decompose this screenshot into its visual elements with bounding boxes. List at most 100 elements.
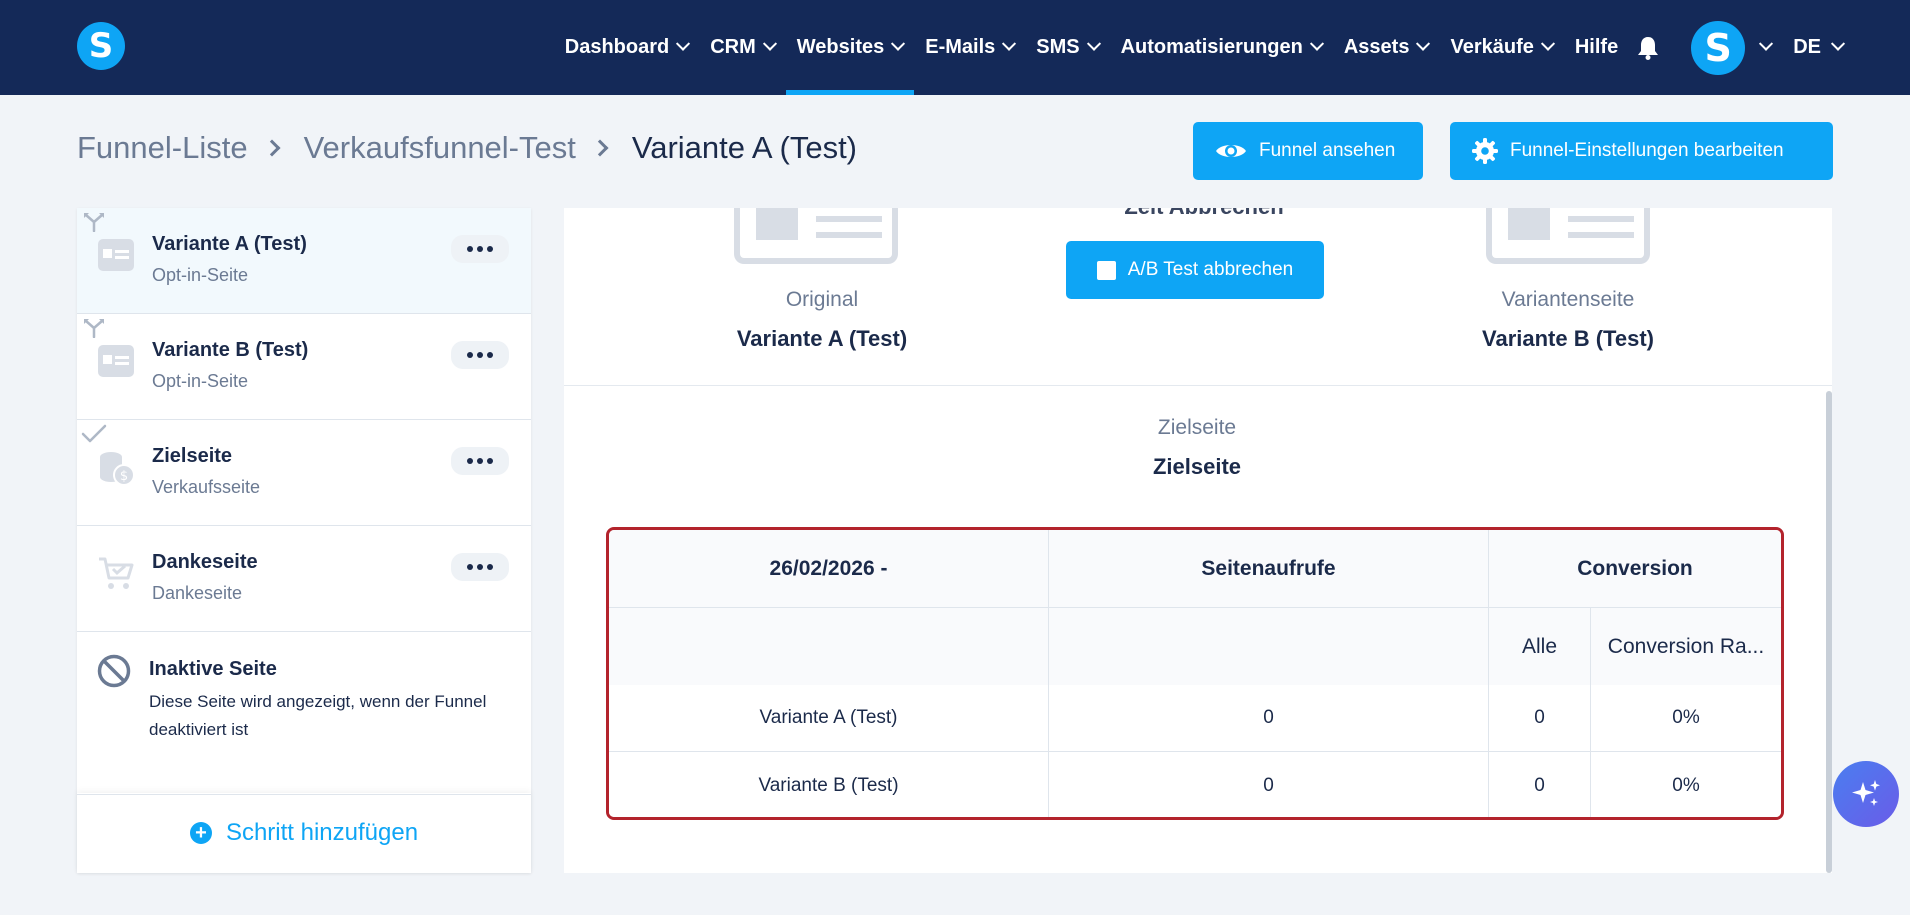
variant-page-preview[interactable] xyxy=(1486,208,1650,264)
avatar[interactable]: S xyxy=(1691,20,1746,75)
chevron-down-icon xyxy=(1830,36,1846,51)
chevron-right-icon xyxy=(591,139,609,157)
original-label: Original xyxy=(785,288,859,311)
chevron-down-icon xyxy=(891,36,906,51)
step-item-variant-b[interactable]: Variante B (Test) Opt-in-Seite xyxy=(77,314,531,420)
nav-item-sms[interactable]: SMS xyxy=(1025,0,1109,95)
scrollbar[interactable] xyxy=(1826,391,1832,873)
step-item-thank-you[interactable]: Dankeseite Dankeseite xyxy=(77,526,531,632)
eye-icon xyxy=(1216,145,1246,157)
all-conversions-cell: 0 xyxy=(1489,685,1591,751)
step-more-options-button[interactable] xyxy=(451,341,509,369)
split-icon xyxy=(84,319,104,338)
page-views-cell: 0 xyxy=(1049,752,1489,817)
ab-test-stats-table: 26/02/2026 - Seitenaufrufe Conversion Al… xyxy=(606,527,1784,820)
chevron-down-icon xyxy=(1002,36,1017,51)
conversion-rate-header: Conversion Ra... xyxy=(1607,634,1765,658)
breadcrumb-funnel[interactable]: Verkaufsfunnel-Test xyxy=(304,130,576,166)
chevron-down-icon xyxy=(1086,36,1101,51)
inactive-page-title: Inaktive Seite xyxy=(149,658,277,680)
add-step-label: Schritt hinzufügen xyxy=(225,819,419,846)
chevron-down-icon xyxy=(762,36,777,51)
conversion-rate-cell: 0% xyxy=(1672,774,1700,796)
nav-item-emails[interactable]: E-Mails xyxy=(914,0,1025,95)
coins-icon: $ xyxy=(100,452,135,486)
step-more-options-button[interactable] xyxy=(451,447,509,475)
ab-test-panel: Zeit Abbrechen Original Variante A (Test… xyxy=(564,208,1832,873)
breadcrumb-funnel-list[interactable]: Funnel-Liste xyxy=(77,130,248,166)
add-step-button[interactable]: + Schritt hinzufügen xyxy=(77,793,531,873)
conversion-header: Conversion xyxy=(1577,556,1693,580)
step-title: Zielseite xyxy=(152,445,233,467)
table-subheader-row: Alle Conversion Ra... xyxy=(609,608,1781,685)
view-funnel-button[interactable]: Funnel ansehen xyxy=(1193,122,1423,180)
empty-cell xyxy=(1049,608,1489,685)
table-header-row: 26/02/2026 - Seitenaufrufe Conversion xyxy=(609,530,1781,608)
nav-label: Hilfe xyxy=(1574,36,1619,58)
chevron-down-icon[interactable] xyxy=(1759,36,1774,51)
step-item-target-page[interactable]: $ Zielseite Verkaufsseite xyxy=(77,420,531,526)
app-logo[interactable]: S xyxy=(77,22,125,70)
plus-circle-icon: + xyxy=(189,822,212,844)
step-item-variant-a[interactable]: Variante A (Test) Opt-in-Seite xyxy=(77,208,531,314)
step-subtitle: Opt-in-Seite xyxy=(152,371,249,391)
language-selector[interactable]: DE xyxy=(1793,36,1846,59)
step-title: Variante A (Test) xyxy=(152,233,307,255)
nav-label: SMS xyxy=(1036,36,1080,58)
bell-icon[interactable] xyxy=(1637,36,1659,60)
nav-item-crm[interactable]: CRM xyxy=(699,0,786,95)
nav-label: Verkäufe xyxy=(1450,36,1534,58)
chevron-right-icon xyxy=(263,139,281,157)
original-page-preview[interactable] xyxy=(734,208,898,264)
abort-ab-test-button[interactable]: A/B Test abbrechen xyxy=(1066,241,1324,299)
chevron-down-icon xyxy=(1309,36,1324,51)
variant-name-cell: Variante B (Test) xyxy=(609,752,1049,817)
inactive-page-description: Diese Seite wird angezeigt, wenn der Fun… xyxy=(149,692,487,739)
empty-cell xyxy=(609,608,1049,685)
variant-label: Variantenseite xyxy=(1501,288,1635,311)
variant-name-cell: Variante A (Test) xyxy=(609,685,1049,751)
ban-icon xyxy=(97,654,131,688)
date-range-header[interactable]: 26/02/2026 - xyxy=(609,530,1049,607)
abort-ab-test-label: A/B Test abbrechen xyxy=(1127,259,1294,280)
split-icon xyxy=(84,213,104,232)
divider xyxy=(564,385,1832,386)
page-views-cell: 0 xyxy=(1049,685,1489,751)
main-nav: Dashboard CRM Websites E-Mails SMS Autom… xyxy=(554,0,1846,95)
all-conversions-header: Alle xyxy=(1489,608,1591,685)
ai-assistant-button[interactable] xyxy=(1833,761,1899,827)
nav-label: CRM xyxy=(710,36,756,58)
step-more-options-button[interactable] xyxy=(451,235,509,263)
step-more-options-button[interactable] xyxy=(451,553,509,581)
top-navbar: S Dashboard CRM Websites E-Mails SMS Aut… xyxy=(0,0,1910,95)
table-row: Variante B (Test) 0 0 0% xyxy=(609,752,1781,817)
variant-page-name: Variante B (Test) xyxy=(1482,326,1654,351)
nav-item-assets[interactable]: Assets xyxy=(1333,0,1440,95)
gear-icon xyxy=(1472,138,1498,164)
all-conversions-cell: 0 xyxy=(1489,752,1591,817)
step-title: Variante B (Test) xyxy=(152,339,309,361)
edit-funnel-settings-label: Funnel-Einstellungen bearbeiten xyxy=(1510,140,1784,161)
nav-label: Dashboard xyxy=(564,36,670,58)
language-label: DE xyxy=(1793,36,1821,58)
edit-funnel-settings-button[interactable]: Funnel-Einstellungen bearbeiten xyxy=(1450,122,1833,180)
chevron-down-icon xyxy=(1540,36,1555,51)
nav-item-help[interactable]: Hilfe xyxy=(1564,0,1629,95)
step-subtitle: Verkaufsseite xyxy=(152,477,261,497)
ab-test-heading: Zeit Abbrechen xyxy=(1119,208,1289,220)
view-funnel-label: Funnel ansehen xyxy=(1259,140,1396,161)
inactive-page-item[interactable]: Inaktive Seite Diese Seite wird angezeig… xyxy=(77,632,531,795)
stop-icon xyxy=(1096,260,1116,280)
nav-item-dashboard[interactable]: Dashboard xyxy=(554,0,699,95)
step-title: Dankeseite xyxy=(152,551,258,573)
nav-item-websites[interactable]: Websites xyxy=(785,0,915,95)
chevron-down-icon xyxy=(1416,36,1431,51)
nav-label: Assets xyxy=(1343,36,1410,58)
sparkles-icon xyxy=(1852,780,1880,806)
target-label: Zielseite xyxy=(1157,416,1237,439)
svg-text:$: $ xyxy=(120,469,128,484)
nav-item-automations[interactable]: Automatisierungen xyxy=(1110,0,1333,95)
nav-item-sales[interactable]: Verkäufe xyxy=(1439,0,1563,95)
funnel-steps-sidebar: Variante A (Test) Opt-in-Seite Variante … xyxy=(77,208,531,873)
step-subtitle: Dankeseite xyxy=(152,583,243,603)
